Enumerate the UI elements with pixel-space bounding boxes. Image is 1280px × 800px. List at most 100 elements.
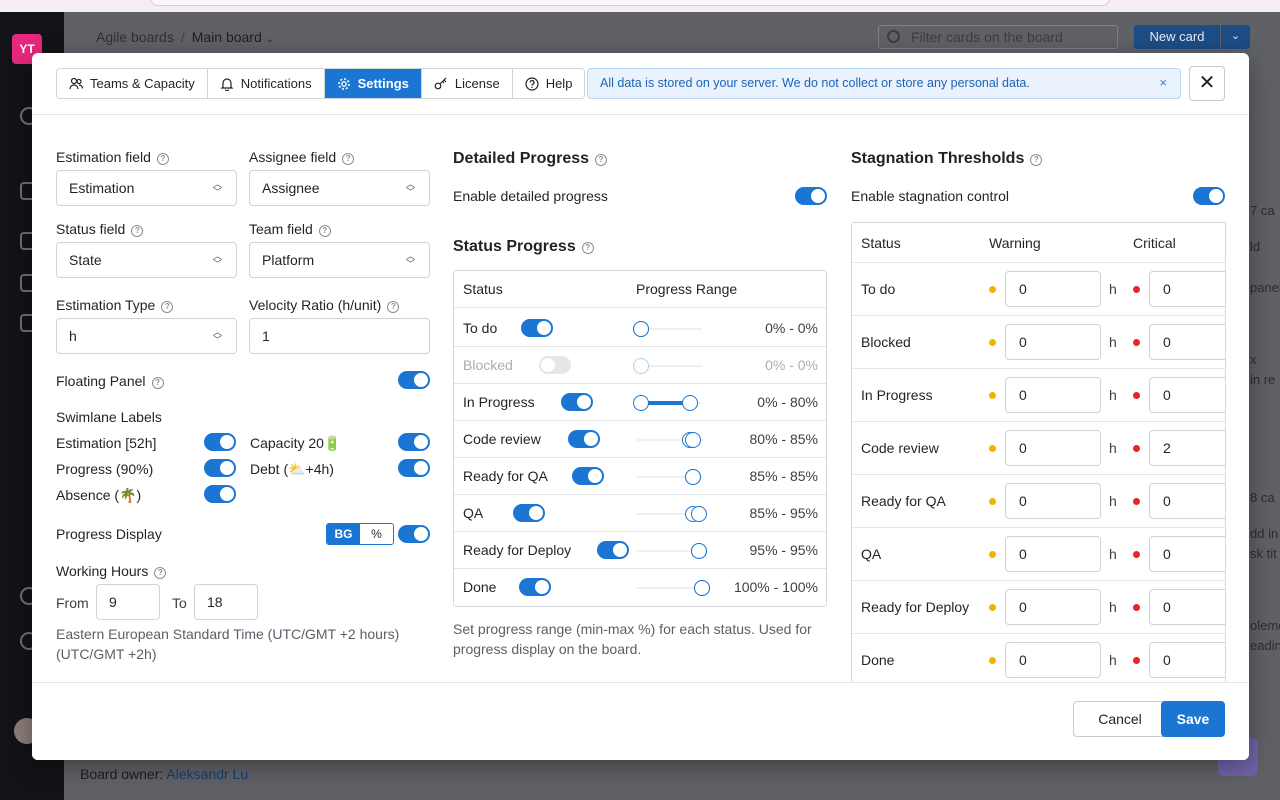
close-modal-button[interactable]: ✕ xyxy=(1189,66,1225,101)
help-hint-icon[interactable]: ? xyxy=(1030,154,1043,166)
help-hint-icon[interactable]: ? xyxy=(154,567,167,579)
critical-threshold-input[interactable]: 0 xyxy=(1149,642,1225,678)
progress-display-toggle[interactable] xyxy=(398,525,430,543)
help-hint-icon[interactable]: ? xyxy=(151,377,164,389)
swimlane-capacity-label: Capacity 20🔋 xyxy=(250,435,342,451)
status-enabled-toggle[interactable] xyxy=(561,393,593,411)
help-hint-icon[interactable]: ? xyxy=(318,225,331,237)
stagnation-table: Status Warning Critical To do 0 h 0 Blocked 0… xyxy=(851,222,1225,692)
progress-display-bg-option[interactable]: BG xyxy=(327,524,360,544)
help-hint-icon[interactable]: ? xyxy=(342,153,355,165)
working-hours-to-input[interactable]: 18 xyxy=(194,584,258,620)
warning-threshold-input[interactable]: 0 xyxy=(1005,483,1101,519)
assignee-field-label: Assignee field? xyxy=(249,149,355,165)
critical-threshold-input[interactable]: 2 xyxy=(1149,430,1225,466)
timezone-text: Eastern European Standard Time (UTC/GMT … xyxy=(56,626,400,662)
status-enabled-toggle[interactable] xyxy=(513,504,545,522)
warning-threshold-input[interactable]: 0 xyxy=(1005,324,1101,360)
help-hint-icon[interactable]: ? xyxy=(131,225,144,237)
critical-threshold-input[interactable]: 0 xyxy=(1149,324,1225,360)
critical-threshold-input[interactable]: 0 xyxy=(1149,377,1225,413)
notice-close-icon[interactable]: × xyxy=(1159,75,1167,90)
stagnation-row: QA 0 h 0 xyxy=(852,528,1225,581)
velocity-ratio-input[interactable]: 1 xyxy=(249,318,430,354)
range-max-handle[interactable] xyxy=(690,543,707,559)
tab-license[interactable]: License xyxy=(421,69,513,98)
new-card-button[interactable]: New card xyxy=(1134,25,1220,49)
swimlane-debt-toggle[interactable] xyxy=(398,459,430,477)
enable-detailed-progress-toggle[interactable] xyxy=(795,187,827,205)
tab-help[interactable]: Help xyxy=(512,69,585,98)
chevron-down-icon[interactable]: ⌄ xyxy=(266,34,274,45)
unit-label: h xyxy=(1109,546,1117,562)
board-owner-link[interactable]: Aleksandr Lu xyxy=(166,766,248,782)
filter-cards-input[interactable]: Filter cards on the board xyxy=(878,25,1118,49)
status-enabled-toggle[interactable] xyxy=(572,467,604,485)
critical-threshold-input[interactable]: 0 xyxy=(1149,589,1225,625)
status-progress-title: Status Progress? xyxy=(453,238,594,256)
swimlane-progress-toggle[interactable] xyxy=(204,459,236,477)
status-field-select[interactable]: State ︿ ﹀ xyxy=(56,242,237,278)
breadcrumb-agile-boards[interactable]: Agile boards xyxy=(96,29,174,45)
tab-notifications[interactable]: Notifications xyxy=(207,69,325,98)
status-enabled-toggle[interactable] xyxy=(568,430,600,448)
stagnation-row: To do 0 h 0 xyxy=(852,263,1225,316)
warning-threshold-input[interactable]: 0 xyxy=(1005,589,1101,625)
estimation-type-select[interactable]: h ︿ ﹀ xyxy=(56,318,237,354)
critical-threshold-input[interactable]: 0 xyxy=(1149,271,1225,307)
status-enabled-toggle[interactable] xyxy=(539,356,571,374)
status-name: In Progress xyxy=(463,394,535,410)
swimlane-absence-toggle[interactable] xyxy=(204,485,236,503)
status-progress-row: Done 100% - 100% xyxy=(454,569,826,606)
working-hours-from-input[interactable]: 9 xyxy=(96,584,160,620)
help-hint-icon[interactable]: ? xyxy=(387,301,400,313)
range-max-handle[interactable] xyxy=(681,395,698,411)
help-hint-icon[interactable]: ? xyxy=(595,154,608,166)
bg-fragment: panel xyxy=(1250,280,1280,295)
warning-threshold-input[interactable]: 0 xyxy=(1005,377,1101,413)
assignee-field-select[interactable]: Assignee ︿ ﹀ xyxy=(249,170,430,206)
status-field-label: Status field? xyxy=(56,221,144,237)
enable-stagnation-toggle[interactable] xyxy=(1193,187,1225,205)
breadcrumb-main-board[interactable]: Main board xyxy=(192,29,262,45)
new-card-dropdown-button[interactable]: ⌄ xyxy=(1221,25,1250,49)
status-name: To do xyxy=(463,320,498,336)
tab-settings[interactable]: Settings xyxy=(324,69,422,98)
range-min-handle[interactable] xyxy=(633,395,649,411)
status-enabled-toggle[interactable] xyxy=(519,578,551,596)
save-button[interactable]: Save xyxy=(1161,701,1225,737)
range-max-handle[interactable] xyxy=(684,469,701,485)
cancel-button[interactable]: Cancel xyxy=(1073,701,1167,737)
tab-teams-capacity[interactable]: Teams & Capacity xyxy=(57,69,208,98)
range-max-handle[interactable] xyxy=(633,321,649,337)
estimation-field-select[interactable]: Estimation ︿ ﹀ xyxy=(56,170,237,206)
help-hint-icon[interactable]: ? xyxy=(161,301,174,313)
help-hint-icon[interactable]: ? xyxy=(156,153,169,165)
critical-threshold-input[interactable]: 0 xyxy=(1149,536,1225,572)
team-field-select[interactable]: Platform ︿ ﹀ xyxy=(249,242,430,278)
column-header-progress-range: Progress Range xyxy=(636,281,738,297)
status-enabled-toggle[interactable] xyxy=(521,319,553,337)
swimlane-estimation-toggle[interactable] xyxy=(204,433,236,451)
critical-threshold-input[interactable]: 0 xyxy=(1149,483,1225,519)
progress-display-percent-option[interactable]: % xyxy=(360,524,393,544)
swimlane-capacity-toggle[interactable] xyxy=(398,433,430,451)
warning-threshold-input[interactable]: 0 xyxy=(1005,271,1101,307)
range-max-handle[interactable] xyxy=(684,432,701,448)
range-max-handle[interactable] xyxy=(694,580,710,596)
column-header-status: Status xyxy=(861,235,901,251)
table-scroll-edge xyxy=(1225,222,1226,692)
status-enabled-toggle[interactable] xyxy=(597,541,629,559)
status-name: Ready for Deploy xyxy=(861,599,970,615)
warning-threshold-input[interactable]: 0 xyxy=(1005,430,1101,466)
critical-dot-icon xyxy=(1133,498,1140,505)
range-max-handle[interactable] xyxy=(690,506,707,522)
floating-panel-toggle[interactable] xyxy=(398,371,430,389)
enable-detailed-progress-label: Enable detailed progress xyxy=(453,188,608,204)
bg-fragment: sk tit xyxy=(1250,546,1277,561)
warning-threshold-input[interactable]: 0 xyxy=(1005,536,1101,572)
range-max-handle[interactable] xyxy=(633,358,649,374)
help-hint-icon[interactable]: ? xyxy=(581,242,594,254)
key-icon xyxy=(434,77,447,89)
warning-threshold-input[interactable]: 0 xyxy=(1005,642,1101,678)
